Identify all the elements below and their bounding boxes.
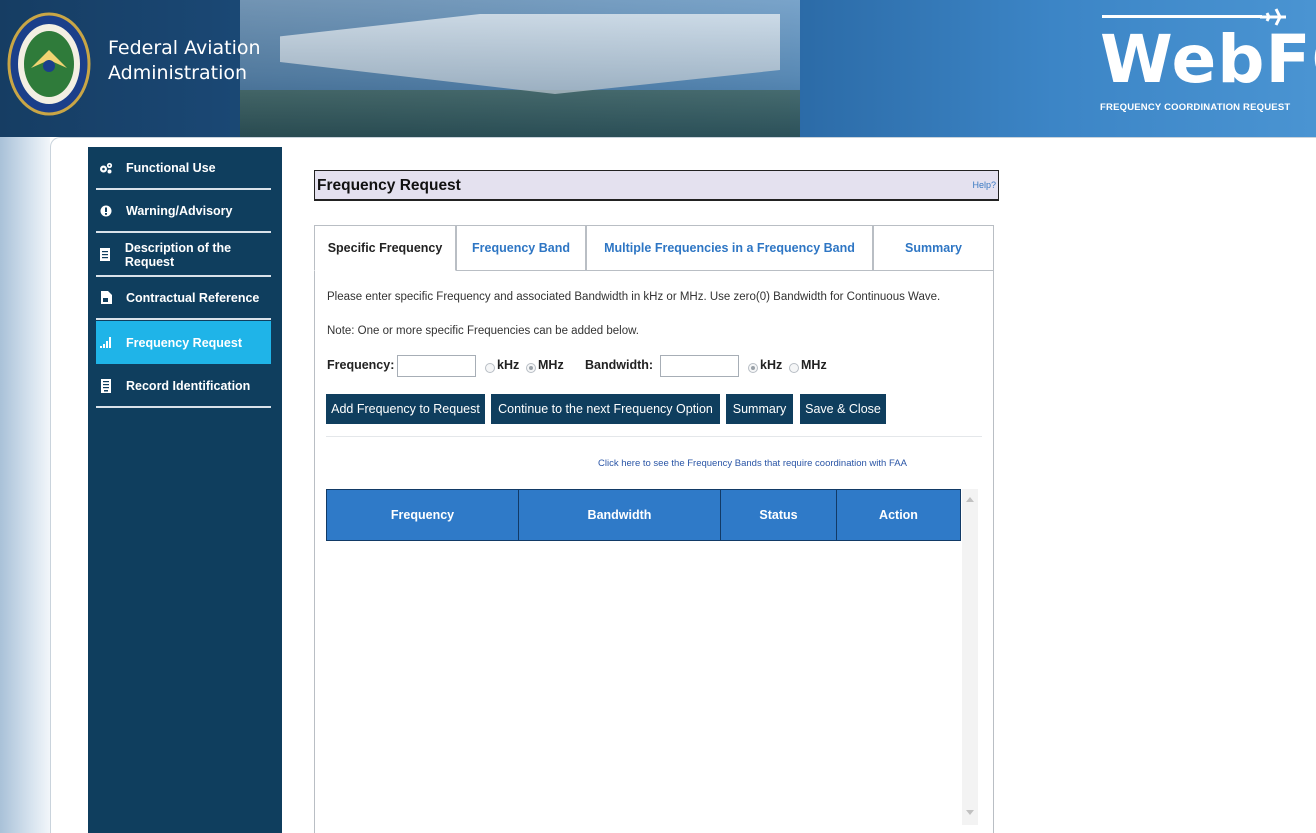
column-header-bandwidth[interactable]: Bandwidth: [519, 490, 721, 540]
sidebar-item-description[interactable]: Description of the Request: [96, 234, 271, 277]
record-icon: [99, 378, 113, 393]
bandwidth-mhz-radio[interactable]: [789, 363, 799, 373]
sidebar-item-record-identification[interactable]: Record Identification: [96, 365, 271, 408]
sidebar-item-label: Frequency Request: [126, 335, 243, 350]
sidebar-item-warning-advisory[interactable]: Warning/Advisory: [96, 190, 271, 233]
bandwidth-khz-radio[interactable]: [748, 363, 758, 373]
logo-subtitle: FREQUENCY COORDINATION REQUEST: [1100, 102, 1291, 113]
save-close-button[interactable]: Save & Close: [800, 394, 886, 424]
column-header-frequency[interactable]: Frequency: [327, 490, 519, 540]
frequency-label: Frequency:: [327, 358, 395, 372]
tab-frequency-band[interactable]: Frequency Band: [456, 225, 586, 271]
instruction-text: Please enter specific Frequency and asso…: [327, 291, 941, 303]
sidebar-item-functional-use[interactable]: Functional Use: [96, 147, 271, 190]
logo-title: WebFCR: [1100, 21, 1316, 98]
scroll-up-arrow-icon[interactable]: [966, 497, 974, 502]
tab-summary[interactable]: Summary: [873, 225, 994, 271]
sidebar-item-contractual-reference[interactable]: Contractual Reference: [96, 277, 271, 320]
sidebar-item-label: Description of the Request: [124, 240, 232, 269]
summary-button[interactable]: Summary: [726, 394, 793, 424]
bandwidth-input[interactable]: [660, 355, 739, 377]
sidebar-item-label: Warning/Advisory: [126, 203, 233, 218]
signal-bars-icon: [99, 336, 113, 350]
table-scrollbar[interactable]: [962, 489, 978, 825]
logo-flight-line: [1102, 15, 1262, 18]
frequency-input[interactable]: [397, 355, 476, 377]
column-header-action[interactable]: Action: [837, 490, 960, 540]
tab-label: Summary: [905, 241, 962, 255]
agency-name: Federal Aviation Administration: [108, 36, 261, 86]
tab-multiple-frequencies[interactable]: Multiple Frequencies in a Frequency Band: [586, 225, 873, 271]
scroll-down-arrow-icon[interactable]: [966, 810, 974, 815]
frequency-khz-radio[interactable]: [485, 363, 495, 373]
frequency-mhz-radio[interactable]: [526, 363, 536, 373]
agency-name-line2: Administration: [108, 62, 248, 84]
document-icon: [99, 248, 112, 262]
webfcr-logo: WebFCR FREQUENCY COORDINATION REQUEST: [1100, 6, 1316, 126]
frequency-mhz-label: MHz: [538, 358, 564, 372]
continue-next-option-button[interactable]: Continue to the next Frequency Option: [491, 394, 720, 424]
tab-label: Frequency Band: [472, 241, 570, 255]
page-title: Frequency Request: [317, 177, 461, 194]
header-banner-trees: [240, 90, 800, 137]
sidebar-item-label: Record Identification: [126, 378, 251, 393]
frequency-bands-link[interactable]: Click here to see the Frequency Bands th…: [598, 458, 907, 469]
sidebar-item-frequency-request[interactable]: Frequency Request: [96, 321, 271, 364]
tab-label: Multiple Frequencies in a Frequency Band: [604, 241, 855, 255]
sidebar-item-label: Functional Use: [126, 160, 216, 175]
cogs-icon: [99, 161, 113, 175]
bandwidth-label: Bandwidth:: [585, 358, 654, 372]
sidebar: Functional Use Warning/Advisory Descript…: [88, 147, 282, 833]
file-icon: [99, 291, 113, 305]
exclamation-icon: [99, 204, 113, 218]
frequency-table-header: Frequency Bandwidth Status Action: [326, 489, 961, 541]
bandwidth-khz-label: kHz: [760, 358, 783, 372]
note-text: Note: One or more specific Frequencies c…: [327, 325, 639, 337]
agency-name-line1: Federal Aviation: [108, 37, 261, 59]
bandwidth-mhz-label: MHz: [801, 358, 827, 372]
faa-seal-icon: [7, 12, 91, 116]
tab-specific-frequency[interactable]: Specific Frequency: [314, 225, 456, 271]
page-title-bar: Frequency Request Help?: [314, 170, 999, 201]
tab-label: Specific Frequency: [327, 241, 443, 255]
sidebar-item-label: Contractual Reference: [126, 290, 260, 305]
column-header-status[interactable]: Status: [721, 490, 837, 540]
help-link[interactable]: Help?: [972, 180, 996, 190]
app-header: Federal Aviation Administration WebFCR F…: [0, 0, 1316, 137]
frequency-khz-label: kHz: [497, 358, 520, 372]
divider: [326, 436, 982, 437]
page-left-gradient: [0, 137, 50, 833]
add-frequency-button[interactable]: Add Frequency to Request: [326, 394, 485, 424]
